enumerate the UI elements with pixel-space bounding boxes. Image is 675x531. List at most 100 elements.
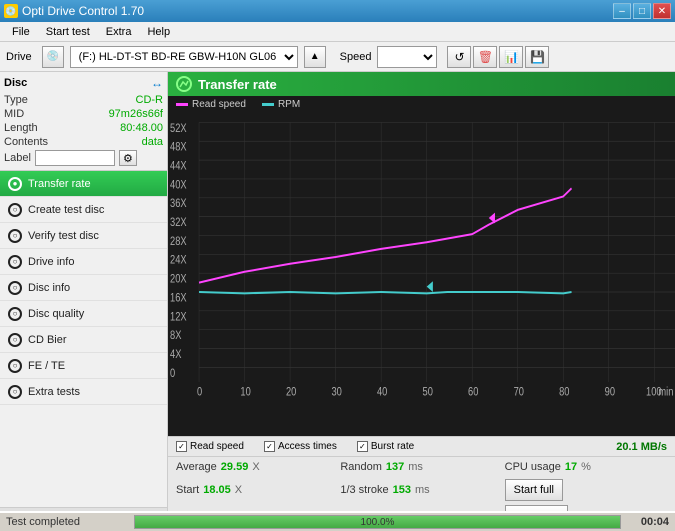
save-button[interactable]: 💾 (525, 46, 549, 68)
stat-stroke1-unit: ms (415, 484, 430, 496)
menu-start-test[interactable]: Start test (38, 24, 98, 40)
nav-icon-create-test-disc: ○ (8, 203, 22, 217)
menu-help[interactable]: Help (139, 24, 178, 40)
nav-drive-info[interactable]: ○ Drive info (0, 249, 167, 275)
nav-icon-transfer-rate: ● (8, 177, 22, 191)
disc-mid-value: 97m26s66f (109, 108, 163, 120)
drive-select[interactable]: (F:) HL-DT-ST BD-RE GBW-H10N GL06 (70, 46, 298, 68)
cb-read-speed[interactable]: ✓ (176, 441, 187, 452)
start-full-button[interactable]: Start full (505, 479, 563, 501)
svg-text:36X: 36X (170, 197, 187, 210)
progress-text: 100.0% (135, 516, 620, 528)
nav-fe-te[interactable]: ○ FE / TE (0, 353, 167, 379)
nav-icon-disc-info: ○ (8, 281, 22, 295)
nav-transfer-rate[interactable]: ● Transfer rate (0, 171, 167, 197)
speed-label: Speed (340, 51, 372, 63)
chart-header: Transfer rate (168, 72, 675, 96)
speed-select[interactable] (377, 46, 437, 68)
main-content: Disc ↔ Type CD-R MID 97m26s66f Length 80… (0, 72, 675, 531)
nav-icon-verify-test-disc: ○ (8, 229, 22, 243)
disc-contents-label: Contents (4, 136, 48, 148)
checkbox-access-times[interactable]: ✓ Access times (264, 441, 337, 452)
cb-burst-rate-label: Burst rate (371, 441, 414, 452)
stat-average-label: Average (176, 461, 217, 473)
nav-label-cd-bier: CD Bier (28, 334, 67, 346)
legend-rpm-color (262, 103, 274, 106)
minimize-button[interactable]: – (613, 3, 631, 19)
cb-access-times[interactable]: ✓ (264, 441, 275, 452)
stat-stroke1-label: 1/3 stroke (340, 484, 388, 496)
svg-text:min: min (658, 386, 673, 399)
nav-label-transfer-rate: Transfer rate (28, 178, 91, 190)
chart-title: Transfer rate (198, 77, 277, 92)
stat-cpu: CPU usage 17 % (505, 461, 667, 473)
chart-legend: Read speed RPM (168, 96, 675, 113)
disc-arrow-icon[interactable]: ↔ (151, 76, 163, 90)
maximize-button[interactable]: □ (633, 3, 651, 19)
nav-label-create-test-disc: Create test disc (28, 204, 104, 216)
stat-cpu-label: CPU usage (505, 461, 561, 473)
legend-rpm: RPM (262, 99, 300, 110)
stat-start-unit: X (235, 484, 242, 496)
nav-label-verify-test-disc: Verify test disc (28, 230, 99, 242)
stat-start-value: 18.05 (203, 484, 231, 496)
menu-extra[interactable]: Extra (98, 24, 140, 40)
drive-icon-button[interactable]: 💿 (42, 46, 64, 68)
cb-burst-rate[interactable]: ✓ (357, 441, 368, 452)
graph-button[interactable]: 📊 (499, 46, 523, 68)
svg-text:24X: 24X (170, 254, 187, 267)
svg-text:8X: 8X (170, 329, 181, 342)
clear-button[interactable]: 🗑 (473, 46, 497, 68)
stat-random: Random 137 ms (340, 461, 502, 473)
svg-text:10: 10 (240, 386, 250, 399)
disc-label-input[interactable] (35, 150, 115, 166)
stat-stroke1-value: 153 (393, 484, 411, 496)
nav-create-test-disc[interactable]: ○ Create test disc (0, 197, 167, 223)
cb-read-speed-label: Read speed (190, 441, 244, 452)
svg-text:32X: 32X (170, 216, 187, 229)
menu-bar: File Start test Extra Help (0, 22, 675, 42)
nav-icon-drive-info: ○ (8, 255, 22, 269)
time-display: 00:04 (629, 516, 669, 528)
nav-label-drive-info: Drive info (28, 256, 74, 268)
svg-text:16X: 16X (170, 291, 187, 304)
chart-svg: 52X 48X 44X 40X 36X 32X 28X 24X 20X 16X … (168, 113, 675, 436)
stat-start-label: Start (176, 484, 199, 496)
nav-label-disc-quality: Disc quality (28, 308, 84, 320)
progress-bar-container: 100.0% (134, 515, 621, 529)
disc-contents-value: data (142, 136, 163, 148)
svg-text:28X: 28X (170, 235, 187, 248)
status-bar: Test completed 100.0% 00:04 (0, 511, 675, 531)
stat-random-label: Random (340, 461, 382, 473)
nav-cd-bier[interactable]: ○ CD Bier (0, 327, 167, 353)
stats-checkboxes: ✓ Read speed ✓ Access times ✓ Burst rate… (168, 436, 675, 456)
cb-access-times-label: Access times (278, 441, 337, 452)
checkbox-read-speed[interactable]: ✓ Read speed (176, 441, 244, 452)
refresh-button[interactable]: ↺ (447, 46, 471, 68)
svg-text:20X: 20X (170, 272, 187, 285)
disc-label-label: Label (4, 152, 31, 164)
stat-average-unit: X (252, 461, 259, 473)
eject-button[interactable]: ▲ (304, 46, 326, 68)
legend-read-speed-label: Read speed (192, 99, 246, 110)
nav-disc-quality[interactable]: ○ Disc quality (0, 301, 167, 327)
nav-extra-tests[interactable]: ○ Extra tests (0, 379, 167, 405)
disc-label-btn[interactable]: ⚙ (119, 150, 137, 166)
nav-label-disc-info: Disc info (28, 282, 70, 294)
title-bar: 💿 Opti Drive Control 1.70 – □ ✕ (0, 0, 675, 22)
close-button[interactable]: ✕ (653, 3, 671, 19)
stat-average: Average 29.59 X (176, 461, 338, 473)
svg-text:70: 70 (514, 386, 524, 399)
nav-verify-test-disc[interactable]: ○ Verify test disc (0, 223, 167, 249)
nav-disc-info[interactable]: ○ Disc info (0, 275, 167, 301)
stat-start-full-cell: Start full (505, 479, 667, 501)
svg-text:30: 30 (331, 386, 341, 399)
stat-cpu-unit: % (581, 461, 591, 473)
svg-text:52X: 52X (170, 122, 187, 135)
menu-file[interactable]: File (4, 24, 38, 40)
disc-type-value: CD-R (136, 94, 164, 106)
disc-length-value: 80:48.00 (120, 122, 163, 134)
chart-area: 52X 48X 44X 40X 36X 32X 28X 24X 20X 16X … (168, 113, 675, 436)
legend-rpm-label: RPM (278, 99, 300, 110)
checkbox-burst-rate[interactable]: ✓ Burst rate (357, 441, 414, 452)
